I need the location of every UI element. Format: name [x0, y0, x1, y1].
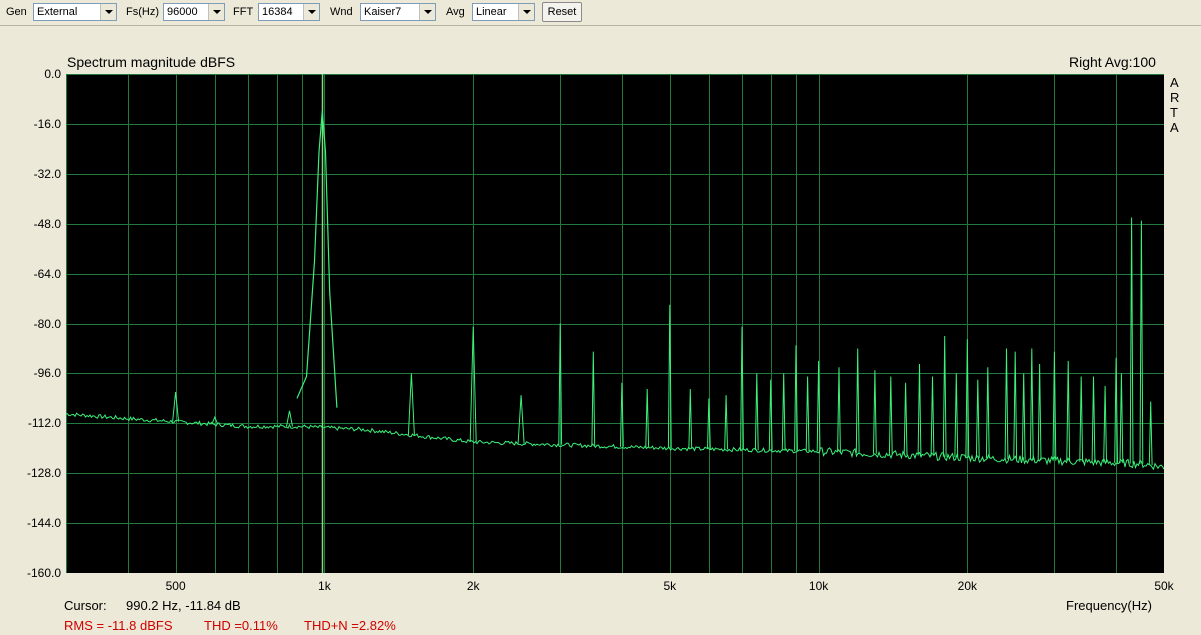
plot-background	[66, 74, 1164, 573]
arta-letter: T	[1170, 105, 1178, 120]
chevron-down-icon[interactable]	[419, 4, 435, 20]
toolbar: Gen External Fs(Hz) 96000 FFT 16384 Wnd …	[0, 0, 1201, 26]
x-tick-label: 2k	[466, 579, 480, 593]
gen-label: Gen	[6, 6, 27, 18]
chart-title: Spectrum magnitude dBFS	[67, 54, 236, 70]
chevron-down-icon[interactable]	[208, 4, 224, 20]
y-tick-label: 0.0	[44, 67, 61, 81]
y-tick-label: -128.0	[26, 466, 61, 481]
y-tick-label: -32.0	[33, 166, 61, 181]
x-axis-label: Frequency(Hz)	[1066, 598, 1152, 613]
y-tick-label: -112.0	[27, 416, 61, 431]
fs-select-value: 96000	[167, 6, 198, 18]
arta-letter: A	[1170, 75, 1179, 90]
y-tick-label: -160.0	[26, 566, 61, 580]
y-tick-label: -16.0	[33, 116, 61, 131]
cursor-readout: 990.2 Hz, -11.84 dB	[126, 598, 241, 613]
x-tick-label: 5k	[663, 579, 677, 593]
channel-info: Right Avg:100	[1069, 54, 1156, 70]
x-tick-label: 1k	[318, 579, 331, 593]
y-tick-label: -48.0	[33, 216, 61, 231]
cursor-label: Cursor:	[64, 598, 107, 613]
chevron-down-icon[interactable]	[303, 4, 319, 20]
gen-select-value: External	[37, 6, 78, 18]
gen-select[interactable]: External	[33, 3, 117, 21]
x-tick-label: 10k	[808, 579, 829, 593]
spectrum-plot[interactable]	[66, 74, 1164, 573]
fs-select[interactable]: 96000	[163, 3, 225, 21]
rms-readout: RMS = -11.8 dBFS	[64, 618, 173, 633]
fft-label: FFT	[233, 6, 254, 18]
y-tick-label: -64.0	[33, 266, 61, 281]
x-tick-label: 20k	[957, 579, 978, 593]
y-tick-label: -144.0	[26, 516, 61, 531]
avg-select-value: Linear	[476, 6, 507, 18]
avg-label: Avg	[446, 6, 465, 18]
y-tick-label: -96.0	[33, 366, 61, 381]
reset-button[interactable]: Reset	[542, 2, 582, 22]
wnd-label: Wnd	[330, 6, 353, 18]
chevron-down-icon[interactable]	[100, 4, 116, 20]
y-tick-label: -80.0	[33, 316, 61, 331]
x-tick-label: 50k	[1154, 579, 1174, 593]
x-tick-label: 500	[165, 579, 186, 593]
avg-select[interactable]: Linear	[472, 3, 535, 21]
wnd-select-value: Kaiser7	[364, 6, 402, 18]
thdn-readout: THD+N =2.82%	[304, 618, 396, 633]
arta-letter: R	[1170, 90, 1180, 105]
chevron-down-icon[interactable]	[518, 4, 534, 20]
arta-logo: A R T A	[1170, 75, 1179, 135]
fs-label: Fs(Hz)	[126, 6, 159, 18]
fft-select-value: 16384	[262, 6, 293, 18]
wnd-select[interactable]: Kaiser7	[360, 3, 436, 21]
fft-select[interactable]: 16384	[258, 3, 320, 21]
thd-readout: THD =0.11%	[204, 618, 278, 633]
arta-letter: A	[1170, 120, 1179, 135]
